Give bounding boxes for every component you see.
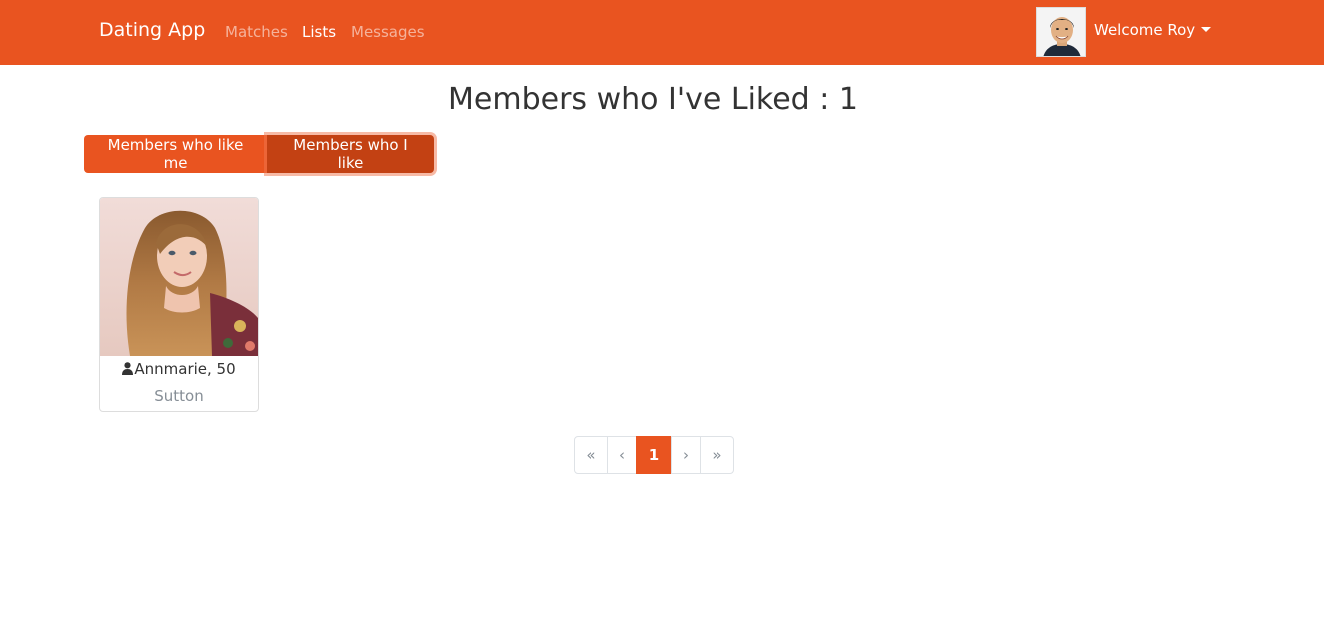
pagination: « ‹ 1 › »	[574, 436, 734, 474]
page-title: Members who I've Liked : 1	[448, 82, 858, 117]
pagination-next-button[interactable]: ›	[671, 436, 701, 474]
member-name-age: Annmarie, 50	[134, 360, 236, 378]
user-avatar	[1036, 7, 1086, 57]
caret-down-icon	[1201, 27, 1212, 32]
pagination-prev-button[interactable]: ‹	[607, 436, 637, 474]
nav-link-lists[interactable]: Lists	[302, 23, 336, 41]
user-avatar-photo	[1037, 8, 1085, 56]
user-menu-toggle[interactable]: Welcome Roy	[1094, 21, 1212, 39]
user-icon	[122, 362, 134, 375]
nav-link-matches[interactable]: Matches	[225, 23, 288, 41]
brand-link[interactable]: Dating App	[99, 19, 205, 41]
pagination-page-1[interactable]: 1	[636, 436, 672, 474]
member-name: Annmarie, 50	[100, 360, 258, 378]
pagination-first-button[interactable]: «	[574, 436, 608, 474]
likees-button[interactable]: Members who I like	[267, 135, 434, 173]
likes-filter-group: Members who like me Members who I like	[84, 135, 434, 173]
top-navbar: Dating App Matches Lists Messages Welcom…	[0, 0, 1324, 65]
member-photo	[100, 198, 258, 356]
likers-button[interactable]: Members who like me	[84, 135, 267, 173]
member-card[interactable]: Annmarie, 50 Sutton	[99, 197, 259, 412]
pagination-last-button[interactable]: »	[700, 436, 734, 474]
nav-link-messages[interactable]: Messages	[351, 23, 425, 41]
welcome-text: Welcome Roy	[1094, 21, 1196, 39]
member-city: Sutton	[154, 387, 204, 405]
